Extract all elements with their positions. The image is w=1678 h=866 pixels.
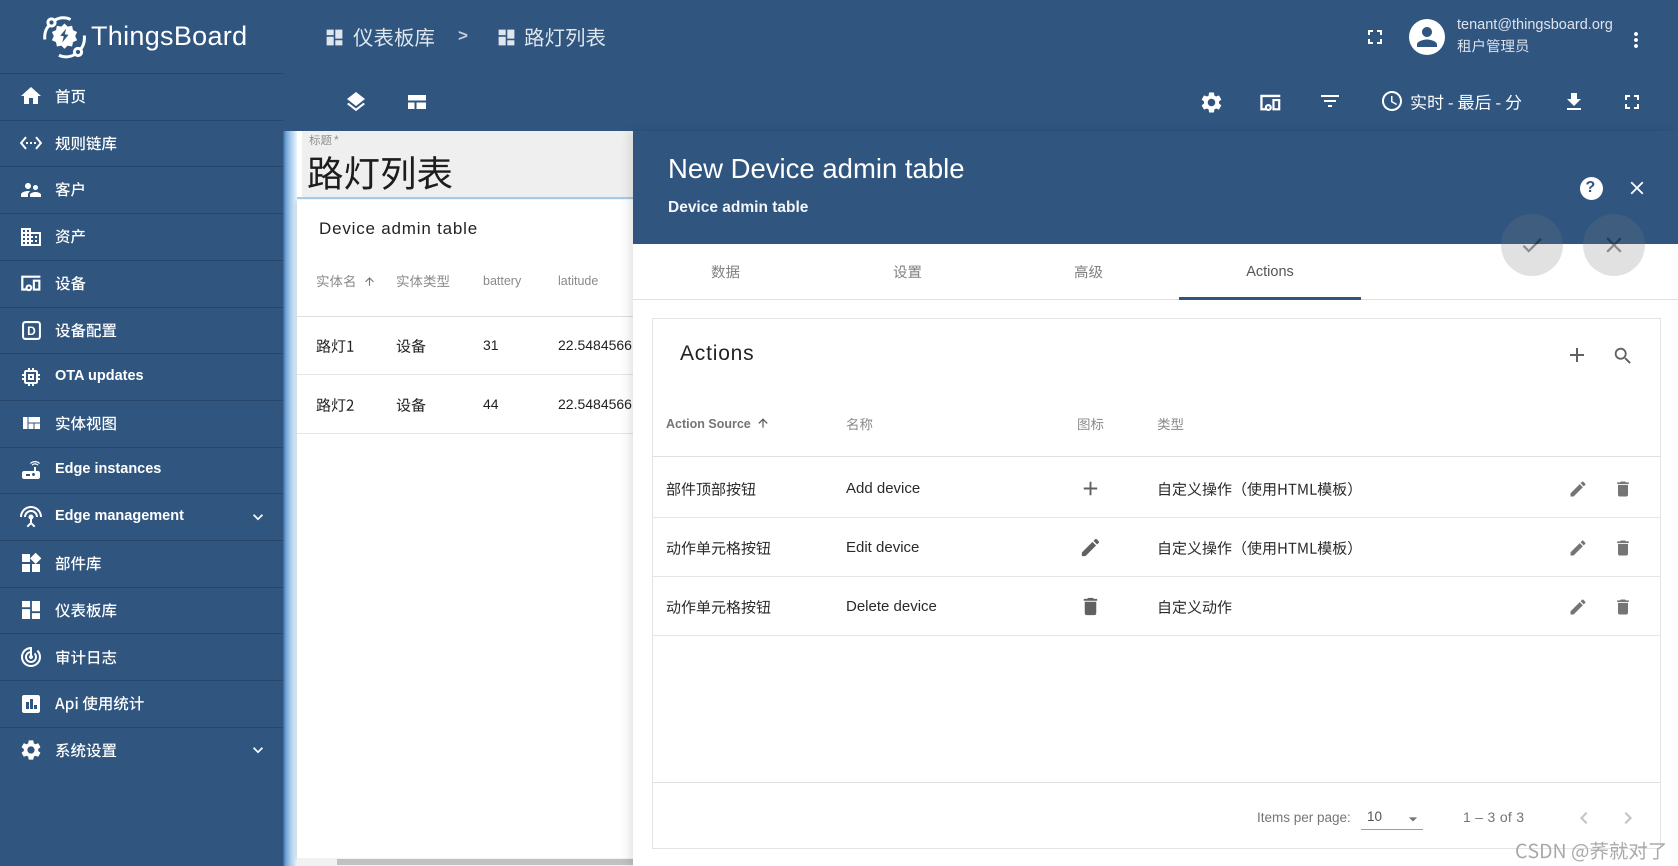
- svg-text:D: D: [27, 324, 36, 338]
